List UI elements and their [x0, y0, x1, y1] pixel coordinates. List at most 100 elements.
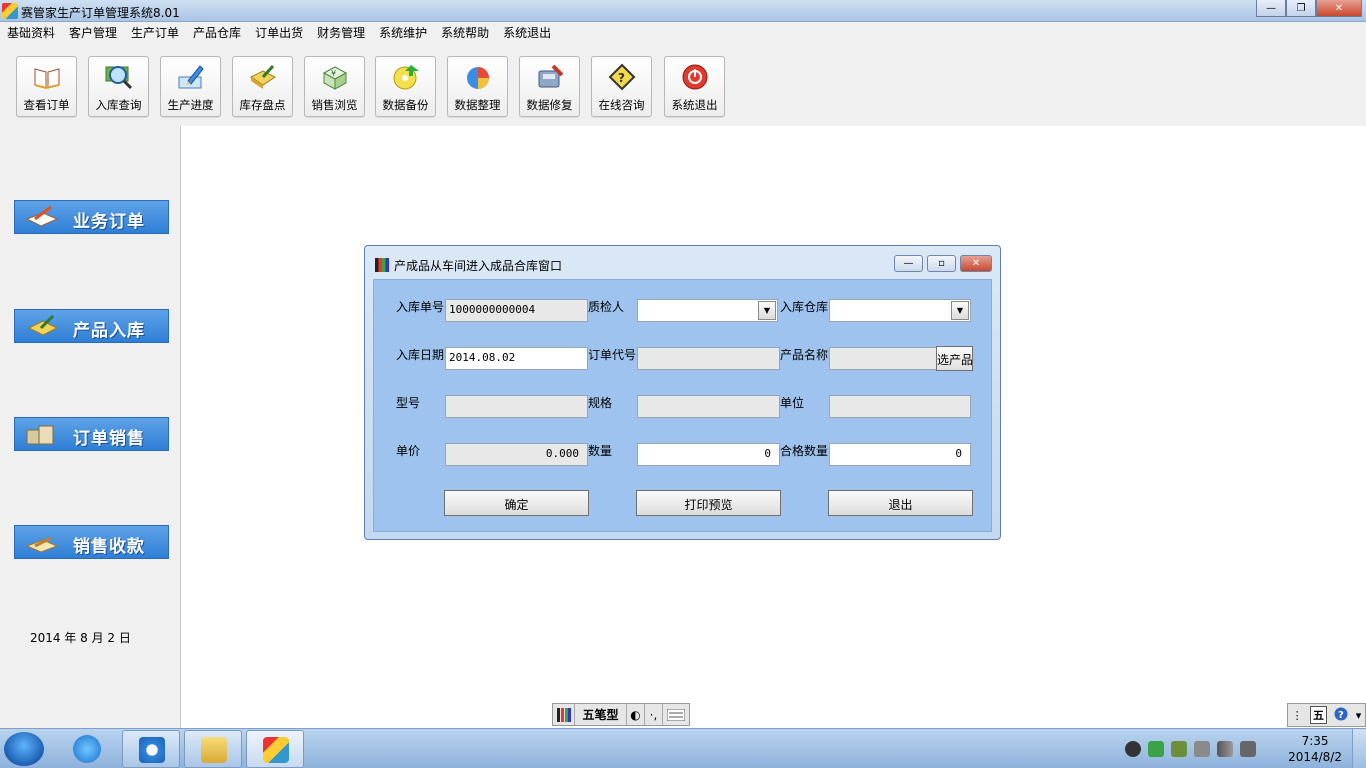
qualified-qty-label: 合格数量 — [780, 444, 829, 458]
order-code-label: 订单代号 — [588, 348, 637, 362]
data-backup-button[interactable]: 数据备份 — [375, 56, 436, 117]
order-code-field[interactable] — [637, 347, 780, 370]
quantity-field[interactable]: 0 — [637, 443, 780, 466]
chevron-down-icon[interactable]: ▼ — [951, 301, 969, 320]
online-consult-button[interactable]: ? 在线咨询 — [591, 56, 652, 117]
ime-toolbar: 五笔型 ◐ ·, — [552, 703, 690, 726]
minimize-button[interactable]: — — [1256, 0, 1286, 17]
warehouse-label: 入库仓库 — [780, 300, 829, 314]
view-orders-button[interactable]: 查看订单 — [16, 56, 77, 117]
menu-item-warehouse[interactable]: 产品仓库 — [186, 22, 248, 42]
menu-item-production-orders[interactable]: 生产订单 — [124, 22, 186, 42]
close-button[interactable]: ✕ — [1316, 0, 1362, 17]
repair-icon — [535, 63, 565, 91]
left-panel: 业务订单 产品入库 订单销售 销售收款 2014 年 8 月 2 日 — [0, 126, 181, 728]
network-status-icon[interactable] — [1148, 741, 1164, 757]
keyboard-icon[interactable] — [663, 704, 689, 725]
current-date: 2014 年 8 月 2 日 — [30, 631, 131, 645]
spec-field[interactable] — [637, 395, 780, 418]
security-icon[interactable] — [1171, 741, 1187, 757]
ime-status-bar: ⋮ 五 ? ▾ — [1287, 703, 1366, 727]
unit-price-field[interactable]: 0.000 — [445, 443, 588, 466]
taskbar-order-system-app[interactable] — [246, 730, 304, 768]
print-preview-button[interactable]: 打印预览 — [636, 490, 781, 516]
order-icon — [25, 205, 59, 231]
app-icon — [263, 737, 289, 763]
start-button[interactable] — [4, 732, 44, 766]
menu-item-basic-data[interactable]: 基础资料 — [0, 22, 62, 42]
unit-field[interactable] — [829, 395, 971, 418]
payment-icon — [25, 530, 59, 556]
menu-item-shipping[interactable]: 订单出货 — [248, 22, 310, 42]
taskbar-explorer-app[interactable] — [184, 730, 242, 768]
receipt-no-field[interactable]: 1000000000004 — [445, 299, 588, 322]
menu-item-finance[interactable]: 财务管理 — [310, 22, 372, 42]
notebook-icon — [248, 63, 278, 91]
chevron-down-icon[interactable]: ▾ — [1356, 709, 1362, 722]
chevron-down-icon[interactable]: ▼ — [758, 301, 776, 320]
dialog-maximize-button[interactable]: ▫ — [927, 255, 956, 272]
stock-in-icon — [25, 314, 59, 340]
model-field[interactable] — [445, 395, 588, 418]
unit-price-label: 单价 — [396, 444, 421, 458]
menu-item-help[interactable]: 系统帮助 — [434, 22, 496, 42]
signal-icon[interactable] — [1217, 741, 1233, 757]
system-tray — [1125, 741, 1256, 757]
unit-label: 单位 — [780, 396, 805, 410]
inspector-select[interactable]: ▼ — [637, 299, 778, 322]
punctuation-icon[interactable]: ·, — [645, 704, 663, 725]
sidebar-item-product-stock-in[interactable]: 产品入库 — [14, 309, 169, 343]
taskbar-browser-app[interactable] — [63, 730, 121, 768]
help-icon[interactable]: ? — [1334, 707, 1348, 724]
confirm-button[interactable]: 确定 — [444, 490, 589, 516]
grip-icon[interactable]: ⋮ — [1292, 709, 1303, 722]
power-icon — [680, 63, 710, 91]
menu-item-exit[interactable]: 系统退出 — [496, 22, 558, 42]
receipt-no-label: 入库单号 — [396, 300, 445, 314]
taskbar: 7:35 2014/8/2 — [0, 728, 1366, 768]
volume-icon[interactable] — [1240, 741, 1256, 757]
sidebar-item-order-sales[interactable]: 订单销售 — [14, 417, 169, 451]
dialog-title: 产成品从车间进入成品合库窗口 — [394, 259, 563, 273]
stock-in-query-button[interactable]: 入库查询 — [88, 56, 149, 117]
system-exit-button[interactable]: 系统退出 — [664, 56, 725, 117]
pick-product-button[interactable]: 选产品 — [936, 346, 973, 371]
production-progress-button[interactable]: 生产进度 — [160, 56, 221, 117]
money-icon: ¥ — [320, 63, 350, 91]
sales-browse-button[interactable]: ¥ 销售浏览 — [304, 56, 365, 117]
taskbar-clock[interactable]: 7:35 2014/8/2 — [1288, 733, 1342, 765]
ime-wubi-indicator[interactable]: 五 — [1310, 706, 1328, 724]
qq-icon[interactable] — [1125, 741, 1141, 757]
dialog-app-icon — [375, 258, 389, 272]
menu-item-customers[interactable]: 客户管理 — [62, 22, 124, 42]
quantity-label: 数量 — [588, 444, 613, 458]
product-name-field[interactable] — [829, 347, 937, 370]
show-desktop-button[interactable] — [1352, 729, 1366, 768]
data-cleanup-button[interactable]: 数据整理 — [447, 56, 508, 117]
toolbar: 查看订单 入库查询 生产进度 库存盘点 ¥ 销售浏览 数据备份 数据整理 数据修… — [0, 42, 1366, 126]
receipt-date-field[interactable]: 2014.08.02 — [445, 347, 588, 370]
sidebar-item-business-orders[interactable]: 业务订单 — [14, 200, 169, 234]
qualified-qty-field[interactable]: 0 — [829, 443, 971, 466]
exit-button[interactable]: 退出 — [828, 490, 973, 516]
ime-mode-button[interactable]: 五笔型 — [575, 704, 627, 725]
maximize-button[interactable]: ❐ — [1286, 0, 1316, 17]
warehouse-select[interactable]: ▼ — [829, 299, 971, 322]
help-sign-icon: ? — [607, 63, 637, 91]
menu-item-maintenance[interactable]: 系统维护 — [372, 22, 434, 42]
boxes-icon — [25, 422, 59, 448]
device-icon[interactable] — [1194, 741, 1210, 757]
product-name-label: 产品名称 — [780, 348, 829, 362]
title-bar: 赛管家生产订单管理系统8.01 — ❐ ✕ — [0, 0, 1366, 22]
sidebar-item-sales-payment[interactable]: 销售收款 — [14, 525, 169, 559]
model-label: 型号 — [396, 396, 421, 410]
half-width-moon-icon[interactable]: ◐ — [627, 704, 645, 725]
data-repair-button[interactable]: 数据修复 — [519, 56, 580, 117]
inventory-check-button[interactable]: 库存盘点 — [232, 56, 293, 117]
clock-date: 2014/8/2 — [1288, 750, 1342, 764]
window-title: 赛管家生产订单管理系统8.01 — [21, 6, 180, 20]
dialog-close-button[interactable]: ✕ — [960, 255, 992, 272]
taskbar-ie-app[interactable] — [122, 730, 180, 768]
dialog-minimize-button[interactable]: — — [894, 255, 923, 272]
ime-logo-icon[interactable] — [553, 704, 575, 725]
